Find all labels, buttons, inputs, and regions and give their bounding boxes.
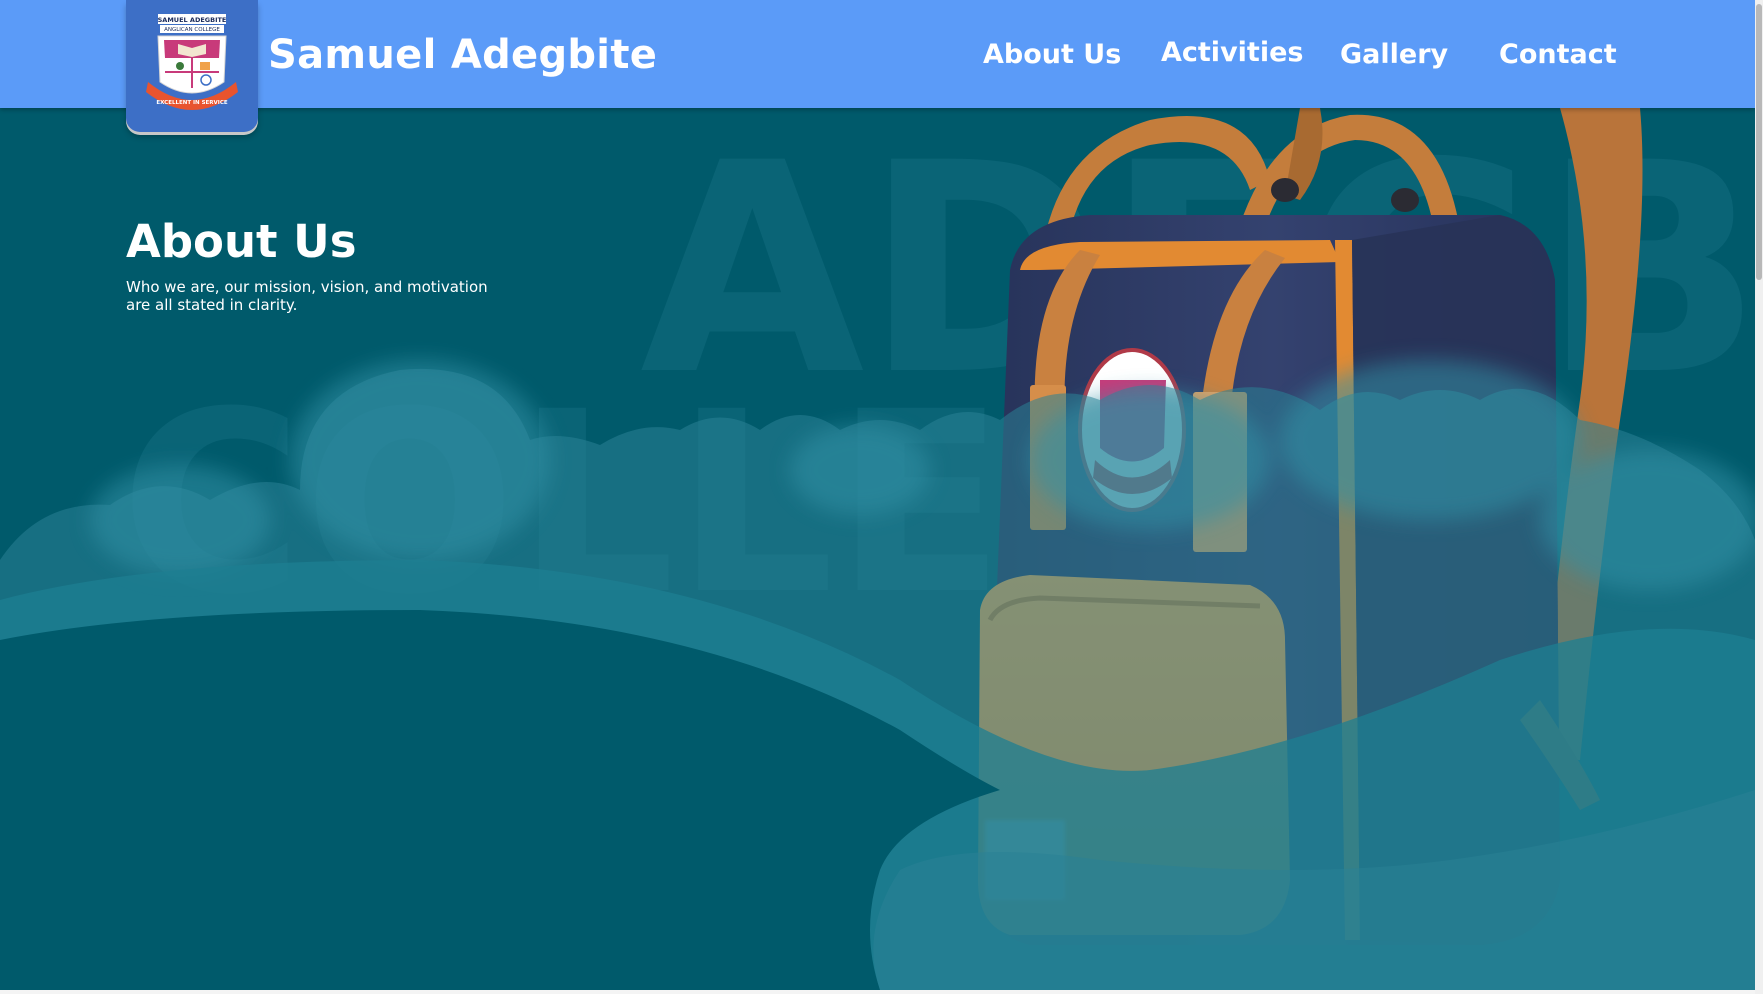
- nav-link-contact[interactable]: Contact: [1499, 39, 1617, 70]
- top-navbar: [0, 0, 1755, 108]
- logo-sub-text: ANGLICAN COLLEGE: [164, 27, 220, 33]
- hero-background: ADEGBI COLLE: [0, 102, 1755, 990]
- page-bottom-edge: [0, 990, 1755, 994]
- brand-name[interactable]: Samuel Adegbite: [268, 32, 657, 78]
- page-title: About Us: [126, 215, 357, 268]
- school-logo[interactable]: SAMUEL ADEGBITE ANGLICAN COLLEGE EXCELLE…: [126, 0, 258, 132]
- nav-link-about-us[interactable]: About Us: [983, 39, 1121, 70]
- scrollbar-thumb[interactable]: [1756, 4, 1762, 280]
- nav-link-activities[interactable]: Activities: [1161, 37, 1303, 68]
- school-crest-icon: SAMUEL ADEGBITE ANGLICAN COLLEGE EXCELLE…: [146, 14, 238, 110]
- nav-link-gallery[interactable]: Gallery: [1340, 39, 1448, 70]
- page: ADEGBI COLLE: [0, 0, 1763, 994]
- hero-section: ADEGBI COLLE: [0, 0, 1755, 990]
- page-subtitle: Who we are, our mission, vision, and mot…: [126, 278, 488, 314]
- vertical-scrollbar[interactable]: [1755, 0, 1763, 994]
- logo-motto: EXCELLENT IN SERVICE: [156, 100, 227, 106]
- logo-top-text: SAMUEL ADEGBITE: [158, 16, 227, 24]
